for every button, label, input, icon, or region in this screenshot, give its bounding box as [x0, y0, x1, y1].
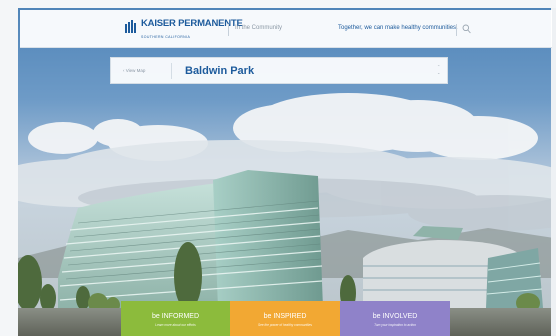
- view-map-link[interactable]: ‹ View Map: [123, 68, 145, 73]
- tile-subtitle: See the power of healthy communities: [257, 323, 313, 327]
- header-divider: [456, 24, 457, 36]
- location-bar: ‹ View Map Baldwin Park ⌃ ⌄: [110, 57, 448, 84]
- tile-be-inspired[interactable]: be INSPIRED See the power of healthy com…: [230, 301, 340, 336]
- kaiser-logo[interactable]: KAISER PERMANENTE SOUTHERN CALIFORNIA: [124, 19, 243, 39]
- tile-title: be INSPIRED: [263, 313, 307, 320]
- location-title: Baldwin Park: [185, 65, 255, 77]
- tile-subtitle: Turn your inspiration to action: [374, 323, 416, 327]
- chevron-down-icon[interactable]: ⌄: [448, 23, 453, 30]
- tile-be-informed[interactable]: be INFORMED Learn more about our efforts: [121, 301, 230, 336]
- tagline-dropdown[interactable]: Together, we can make healthy communitie…: [338, 25, 458, 31]
- header-divider: [228, 24, 229, 36]
- search-icon[interactable]: [462, 24, 471, 34]
- chevron-down-icon[interactable]: ⌄: [437, 70, 440, 76]
- tile-subtitle: Learn more about our efforts: [155, 323, 196, 327]
- location-divider: [171, 63, 172, 79]
- action-tiles: be INFORMED Learn more about our efforts…: [121, 301, 450, 336]
- section-title: In the Community: [235, 25, 283, 31]
- kaiser-logo-icon: [125, 20, 136, 33]
- tile-be-involved[interactable]: be INVOLVED Turn your inspiration to act…: [340, 301, 450, 336]
- scrollbar-track[interactable]: [551, 8, 556, 336]
- tile-title: be INFORMED: [151, 313, 200, 320]
- location-switcher[interactable]: ⌃ ⌄: [437, 64, 440, 76]
- site-header: KAISER PERMANENTE SOUTHERN CALIFORNIA In…: [20, 10, 552, 48]
- tile-title: be INVOLVED: [372, 313, 418, 320]
